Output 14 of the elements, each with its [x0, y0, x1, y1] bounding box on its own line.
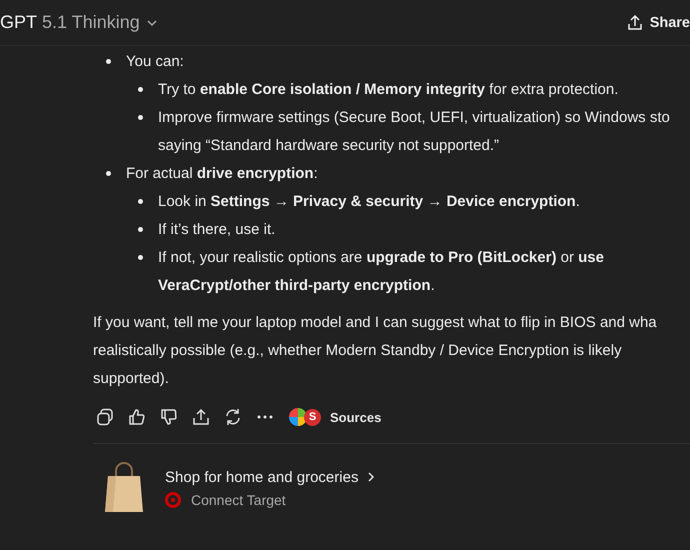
share-button[interactable]: Share: [626, 14, 690, 32]
list-item-text: If not, your realistic options are upgrade to Pro (BitLocker) or use VeraCrypt/other third-party encryption.: [158, 248, 604, 296]
list-item-text: Look in Settings → Privacy & security → Device encryption.: [158, 192, 580, 212]
sources-button[interactable]: S Sources: [289, 408, 382, 426]
list-item-text: You can:: [126, 52, 184, 72]
paragraph: If you want, tell me your laptop model and I can suggest what to flip in BIOS and wha realistically possible (e.g., whether Modern Standby / Device Encryption is likely supported).: [93, 313, 658, 389]
connect-link[interactable]: Connect Target: [191, 492, 286, 508]
list-item-text: For actual drive encryption:: [126, 164, 318, 184]
model-selector[interactable]: GPT 5.1 Thinking: [0, 12, 158, 33]
list-item-text: Try to enable Core isolation / Memory integrity for extra protection.: [158, 80, 618, 100]
shop-link[interactable]: Shop for home and groceries: [165, 468, 376, 486]
list-item-text: If it’s there, use it.: [158, 220, 276, 240]
list-item-text: Improve firmware settings (Secure Boot, UEFI, virtualization) so Windows sto saying “Standard hardware security not supported.”: [158, 108, 670, 156]
source-badge: S: [304, 408, 321, 426]
